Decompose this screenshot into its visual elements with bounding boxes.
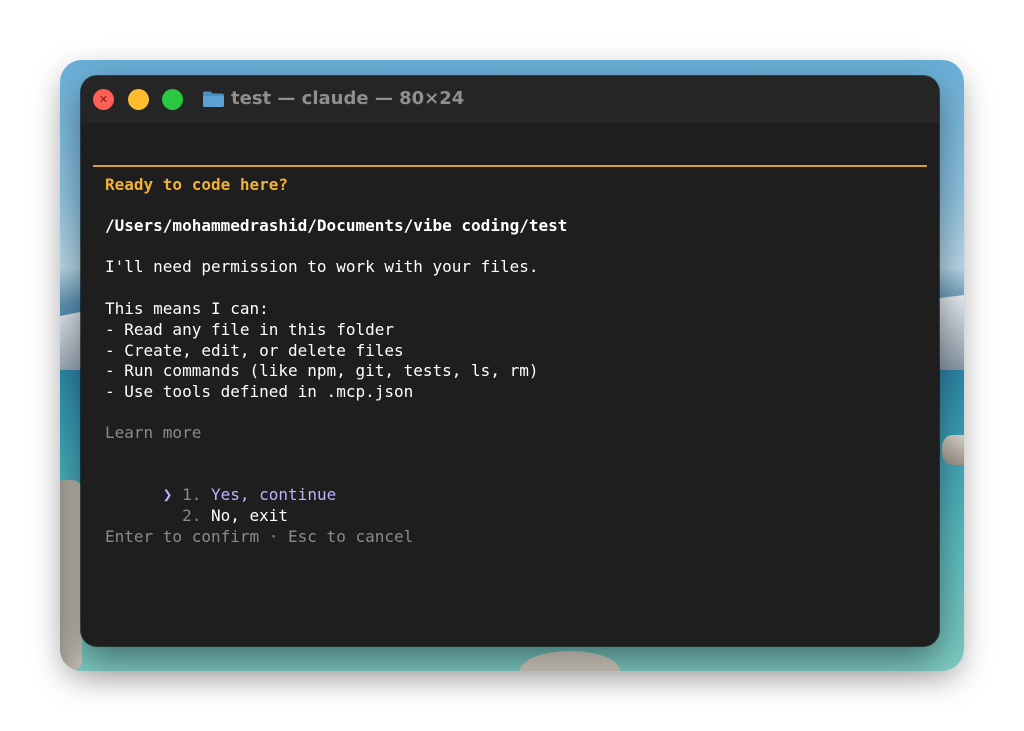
terminal-content[interactable]: Ready to code here? /Users/mohammedrashi… bbox=[81, 123, 939, 646]
title-bar[interactable]: test — claude — 80×24 bbox=[81, 76, 939, 123]
capability-item: - Create, edit, or delete files bbox=[105, 341, 404, 360]
capabilities-heading: This means I can: bbox=[105, 299, 269, 318]
close-window-button[interactable] bbox=[93, 89, 114, 110]
minimize-window-button[interactable] bbox=[128, 89, 149, 110]
prompt-heading: Ready to code here? bbox=[105, 175, 289, 194]
option-label: No, exit bbox=[210, 506, 289, 525]
window-title: test — claude — 80×24 bbox=[231, 88, 465, 109]
terminal-window: test — claude — 80×24 Ready to code here… bbox=[81, 76, 939, 646]
working-directory-path: /Users/mohammedrashid/Documents/vibe cod… bbox=[105, 216, 568, 235]
maximize-window-button[interactable] bbox=[162, 89, 183, 110]
permission-intro: I'll need permission to work with your f… bbox=[105, 257, 539, 276]
prompt-divider bbox=[93, 165, 927, 167]
folder-icon bbox=[203, 91, 224, 107]
keyboard-hint: Enter to confirm · Esc to cancel bbox=[105, 527, 414, 546]
capability-item: - Run commands (like npm, git, tests, ls… bbox=[105, 361, 539, 380]
capability-item: - Use tools defined in .mcp.json bbox=[105, 382, 414, 401]
wallpaper-rock-left bbox=[60, 480, 82, 670]
option-number: 2. bbox=[182, 506, 202, 525]
wallpaper-rock-right bbox=[942, 435, 964, 465]
learn-more-link[interactable]: Learn more bbox=[105, 423, 201, 443]
wallpaper-rock-bottom bbox=[520, 651, 620, 671]
capability-item: - Read any file in this folder bbox=[105, 320, 394, 339]
